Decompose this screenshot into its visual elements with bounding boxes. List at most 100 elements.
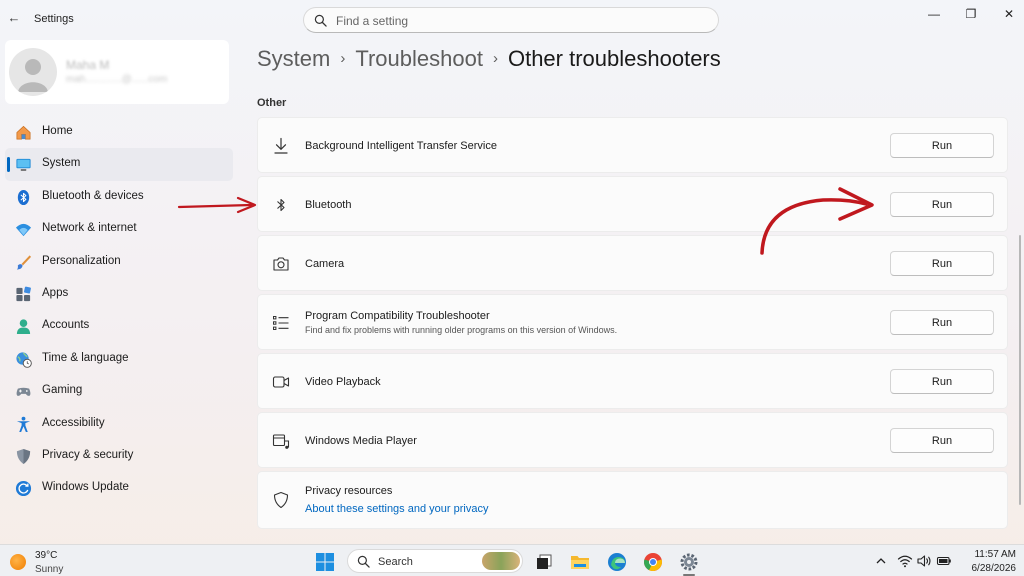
apps-icon	[16, 286, 31, 302]
troubleshooter-title: Video Playback	[305, 376, 381, 388]
sidebar-item-network[interactable]: Network & internet	[5, 213, 233, 245]
search-icon	[357, 555, 370, 568]
weather-condition[interactable]: Sunny	[35, 564, 63, 575]
privacy-link[interactable]: About these settings and your privacy	[305, 503, 488, 515]
search-highlight-image	[482, 552, 520, 570]
sidebar-item-bluetooth[interactable]: Bluetooth & devices	[5, 181, 233, 213]
page-title: Other troubleshooters	[507, 46, 721, 71]
title-bar: ← Settings — ❐ ✕	[0, 0, 1024, 38]
sidebar-item-time-language[interactable]: Time & language	[5, 343, 233, 375]
profile-email: mah.............@......com	[66, 74, 168, 85]
run-button-program-compatibility[interactable]: Run	[890, 310, 994, 335]
bluetooth-icon	[17, 189, 30, 205]
sidebar-item-accounts[interactable]: Accounts	[5, 310, 233, 342]
battery-icon[interactable]	[936, 553, 952, 569]
wifi-icon[interactable]	[897, 553, 913, 569]
sidebar-item-privacy-security[interactable]: Privacy & security	[5, 440, 233, 472]
breadcrumb: System › Troubleshoot › Other troubleshooter…	[257, 46, 721, 72]
video-icon	[272, 376, 290, 388]
download-icon	[274, 137, 288, 154]
sidebar-item-label: Apps	[42, 286, 69, 299]
sidebar-item-windows-update[interactable]: Windows Update	[5, 472, 233, 504]
clock-time[interactable]: 11:57 AM	[960, 549, 1016, 560]
monitor-icon	[16, 159, 31, 172]
troubleshooter-title: Program Compatibility Troubleshooter	[305, 310, 490, 322]
troubleshooter-title: Bluetooth	[305, 199, 352, 211]
taskbar-search[interactable]: Search	[347, 549, 523, 573]
chevron-up-icon[interactable]	[873, 553, 889, 569]
gamepad-icon	[16, 387, 31, 396]
sidebar-item-label: Accounts	[42, 319, 90, 332]
profile-name: Maha M	[66, 58, 110, 72]
windows-start-icon[interactable]	[315, 552, 335, 572]
taskbar: 39°C Sunny Search 11:57 AM 6/28/2026	[0, 544, 1024, 576]
troubleshooter-card-video-playback: Video Playback Run	[257, 353, 1008, 409]
privacy-title: Privacy resources	[305, 485, 393, 497]
breadcrumb-troubleshoot[interactable]: Troubleshoot	[355, 46, 483, 71]
troubleshooter-description: Find and fix problems with running older…	[305, 325, 618, 335]
troubleshooter-title: Camera	[305, 258, 345, 270]
sun-icon[interactable]	[10, 554, 26, 570]
speaker-icon[interactable]	[916, 553, 932, 569]
troubleshooter-card-program-compatibility: Program Compatibility Troubleshooter Fin…	[257, 294, 1008, 350]
person-silhouette-icon	[18, 59, 48, 92]
wifi-icon	[15, 224, 32, 237]
run-button-bits[interactable]: Run	[890, 133, 994, 158]
sidebar-nav: Home System Bluetooth & devices Network …	[5, 116, 233, 505]
clock-date[interactable]: 6/28/2026	[960, 563, 1017, 574]
close-button[interactable]: ✕	[998, 5, 1020, 23]
troubleshooter-card-windows-media-player: Windows Media Player Run	[257, 412, 1008, 468]
run-button-camera[interactable]: Run	[890, 251, 994, 276]
scrollbar[interactable]	[1019, 235, 1021, 505]
taskbar-search-label: Search	[378, 556, 413, 568]
breadcrumb-system[interactable]: System	[257, 46, 330, 71]
chrome-browser-icon[interactable]	[643, 552, 663, 572]
bluetooth-icon	[277, 198, 285, 212]
section-label-other: Other	[257, 97, 287, 109]
globe-clock-icon	[16, 352, 32, 368]
troubleshooter-card-bits: Background Intelligent Transfer Service …	[257, 117, 1008, 173]
back-arrow-icon[interactable]: ←	[6, 10, 22, 26]
edge-browser-icon[interactable]	[607, 552, 627, 572]
privacy-resources-card: Privacy resources About these settings a…	[257, 471, 1008, 529]
shield-icon	[16, 448, 31, 464]
sidebar-item-label: Home	[42, 125, 73, 137]
brush-icon	[16, 254, 32, 270]
sidebar-item-label: Windows Update	[42, 481, 129, 494]
update-icon	[15, 481, 32, 497]
task-view-icon[interactable]	[534, 552, 554, 572]
sidebar-item-system[interactable]: System	[5, 148, 233, 181]
breadcrumb-separator: ›	[492, 50, 498, 67]
sidebar-item-label: Bluetooth & devices	[42, 189, 144, 202]
troubleshooter-title: Windows Media Player	[305, 435, 417, 447]
sidebar-item-label: System	[42, 157, 81, 170]
sidebar-item-gaming[interactable]: Gaming	[5, 375, 233, 407]
person-icon	[16, 319, 31, 335]
run-button-bluetooth[interactable]: Run	[890, 192, 994, 217]
sidebar-item-accessibility[interactable]: Accessibility	[5, 408, 233, 440]
media-player-icon	[272, 434, 290, 449]
run-button-windows-media-player[interactable]: Run	[890, 428, 994, 453]
settings-gear-icon[interactable]	[679, 552, 699, 572]
weather-temperature[interactable]: 39°C	[35, 550, 57, 561]
sidebar-item-home[interactable]: Home	[5, 116, 233, 148]
camera-icon	[273, 257, 289, 271]
file-explorer-icon[interactable]	[570, 552, 590, 572]
troubleshooter-title: Background Intelligent Transfer Service	[305, 140, 497, 152]
sidebar-item-label: Privacy & security	[42, 448, 134, 461]
sidebar-item-personalization[interactable]: Personalization	[5, 246, 233, 278]
search-input[interactable]	[336, 12, 706, 29]
breadcrumb-separator: ›	[340, 50, 346, 67]
run-button-video-playback[interactable]: Run	[890, 369, 994, 394]
list-icon	[273, 316, 289, 331]
minimize-button[interactable]: —	[923, 5, 945, 23]
profile-card[interactable]: Maha M mah.............@......com	[5, 40, 229, 104]
home-icon	[16, 125, 31, 140]
app-title: Settings	[34, 13, 74, 25]
shield-icon	[273, 491, 289, 509]
sidebar-item-apps[interactable]: Apps	[5, 278, 233, 310]
avatar	[9, 48, 57, 96]
restore-button[interactable]: ❐	[960, 5, 982, 23]
settings-search-box[interactable]	[303, 7, 719, 33]
accessibility-icon	[16, 416, 31, 432]
